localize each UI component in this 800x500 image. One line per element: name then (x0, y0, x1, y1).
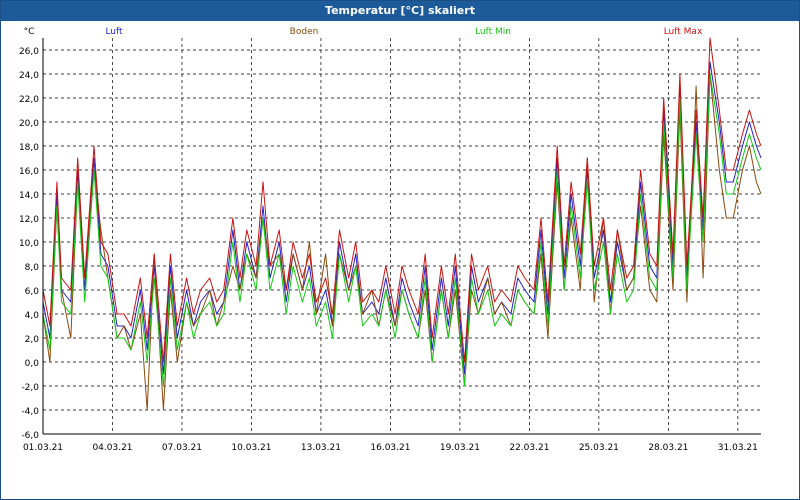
legend-entry: Boden (290, 27, 319, 37)
x-tick-label: 04.03.21 (92, 443, 132, 453)
x-tick-label: 01.03.21 (23, 443, 63, 453)
legend: Luft Boden Luft Min Luft Max (105, 27, 703, 37)
x-tick-label: 07.03.21 (162, 443, 202, 453)
axes: -6,0 -4,0 -2,0 0,0 2,0 4,0 6,0 8,0 10,0 12,0 14,0 1… (19, 27, 761, 453)
chart-canvas: -6,0 -4,0 -2,0 0,0 2,0 4,0 6,0 8,0 10,0 12,0 14,0 1… (19, 27, 762, 453)
x-tick-label: 10.03.21 (231, 443, 271, 453)
x-tick-label: 13.03.21 (301, 443, 341, 453)
y-tick-label: 2,0 (25, 335, 40, 345)
legend-entry: Luft Min (475, 27, 511, 37)
y-tick-label: 0,0 (25, 359, 40, 369)
x-tick-label: 16.03.21 (370, 443, 410, 453)
x-tick-label: 19.03.21 (440, 443, 480, 453)
chart-window: Temperatur [°C] skaliert -6,0 -4,0 -2,0 0,0… (0, 0, 800, 500)
y-tick-label: 10,0 (19, 239, 39, 249)
y-tick-label: 20,0 (19, 119, 39, 129)
x-tick-label: 22.03.21 (509, 443, 549, 453)
window-title: Temperatur [°C] skaliert (1, 1, 799, 21)
y-axis-unit: °C (24, 27, 35, 37)
y-tick-label: 18,0 (19, 143, 39, 153)
y-tick-label: -4,0 (21, 407, 39, 417)
y-tick-label: 14,0 (19, 191, 39, 201)
y-tick-label: 12,0 (19, 215, 39, 225)
grid (43, 38, 761, 435)
series-layer (42, 37, 762, 411)
y-tick-label: -2,0 (21, 383, 39, 393)
y-tick-label: 6,0 (25, 287, 40, 297)
y-tick-label: 26,0 (19, 47, 39, 57)
y-tick-label: 8,0 (25, 263, 40, 273)
y-tick-label: 24,0 (19, 71, 39, 81)
y-tick-label: 16,0 (19, 167, 39, 177)
series-line-2 (42, 73, 762, 411)
legend-entry: Luft Max (664, 27, 703, 37)
legend-entry: Luft (105, 27, 123, 37)
y-tick-label: 22,0 (19, 95, 39, 105)
y-tick-label: 4,0 (25, 311, 40, 321)
x-tick-label: 28.03.21 (648, 443, 688, 453)
x-tick-label: 25.03.21 (579, 443, 619, 453)
x-tick-label: 31.03.21 (718, 443, 758, 453)
y-tick-label: -6,0 (21, 431, 39, 441)
